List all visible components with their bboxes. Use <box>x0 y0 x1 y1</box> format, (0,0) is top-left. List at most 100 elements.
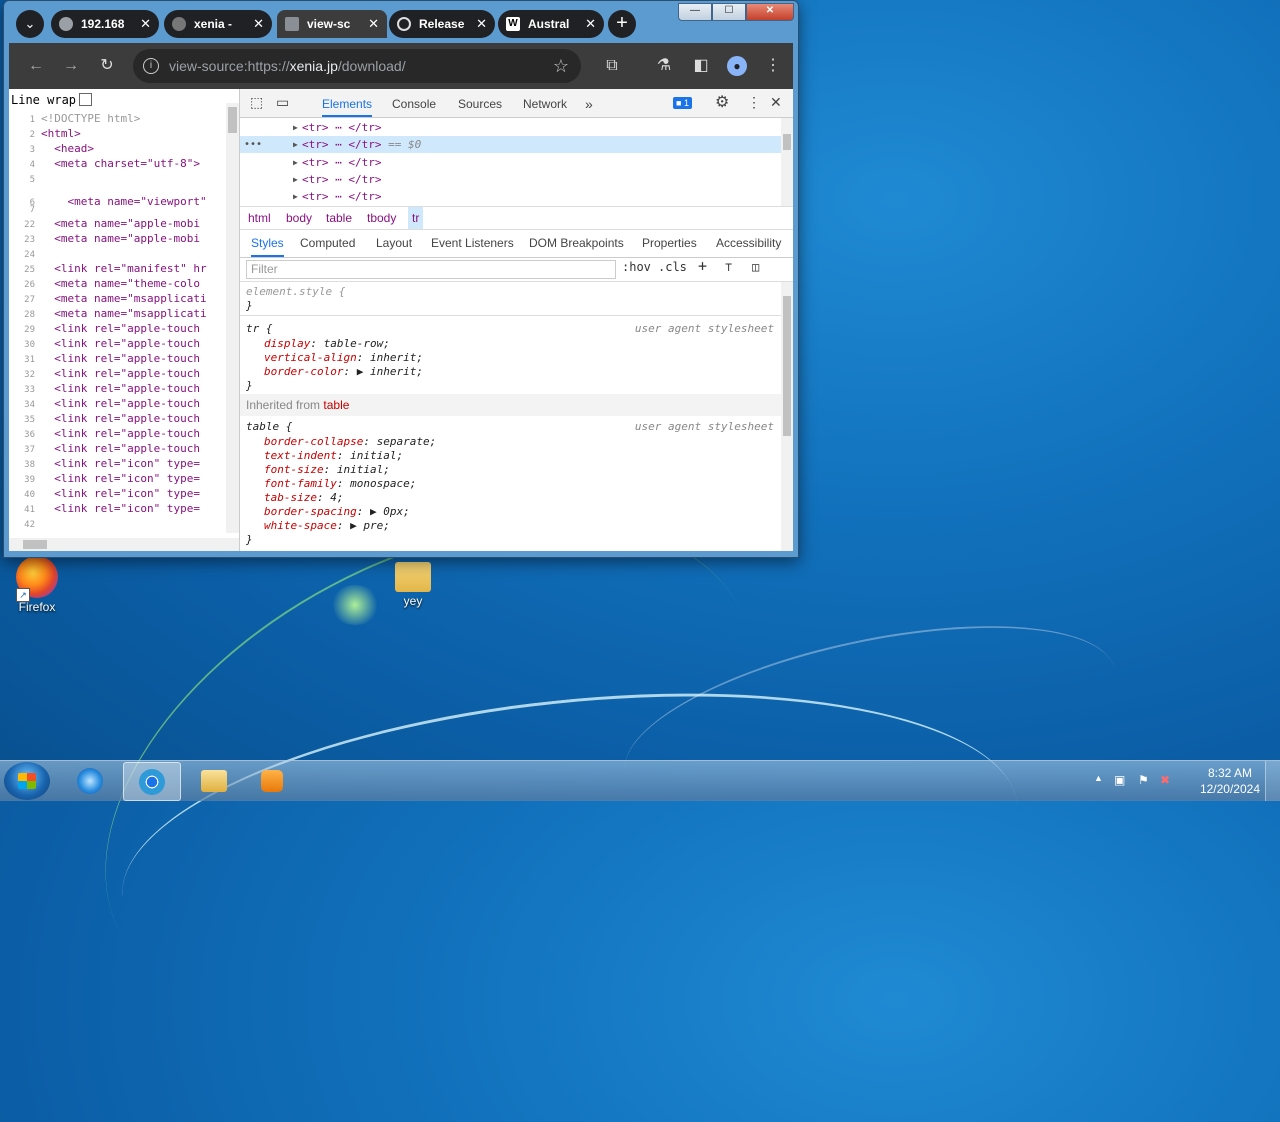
inherited-tag-link[interactable]: table <box>323 398 349 412</box>
breadcrumb-body[interactable]: body <box>286 207 312 229</box>
forward-icon[interactable]: → <box>60 55 82 77</box>
breadcrumb-tbody[interactable]: tbody <box>367 207 396 229</box>
css-property[interactable]: font-size: initial; <box>264 463 781 477</box>
css-property[interactable]: border-spacing: ▶ 0px; <box>264 505 781 519</box>
breadcrumb-html[interactable]: html <box>248 207 271 229</box>
tab-192[interactable]: 192.168 ✕ <box>51 10 159 38</box>
dom-node[interactable]: ▶ <tr> ⋯ </tr> <box>240 119 785 136</box>
show-hidden-icons-icon[interactable]: ▲ <box>1094 773 1103 783</box>
expand-triangle-icon[interactable]: ▶ <box>293 119 298 136</box>
tab-search-button[interactable]: ⌄ <box>16 10 44 38</box>
source-horizontal-scrollbar[interactable] <box>9 538 239 551</box>
new-tab-button[interactable]: + <box>608 10 636 38</box>
css-property[interactable]: border-color: ▶ inherit; <box>264 365 781 379</box>
node-actions-icon[interactable]: ••• <box>244 136 262 153</box>
desktop-icon-firefox[interactable]: ↗ Firefox <box>2 556 72 614</box>
scroll-thumb[interactable] <box>228 107 237 133</box>
action-center-flag-icon[interactable]: ⚑ <box>1138 773 1149 787</box>
tab-xenia[interactable]: xenia - ✕ <box>164 10 272 38</box>
source-vertical-scrollbar[interactable] <box>226 103 239 533</box>
tab-close-button[interactable]: ✕ <box>253 10 264 38</box>
scroll-thumb[interactable] <box>783 296 791 436</box>
volume-muted-icon[interactable]: ✖ <box>1160 773 1170 787</box>
side-panel-icon[interactable]: ◧ <box>688 53 714 79</box>
styles-filter-input[interactable]: Filter <box>246 260 616 279</box>
site-info-icon[interactable]: i <box>143 58 159 74</box>
settings-gear-icon[interactable]: ⚙ <box>715 92 729 112</box>
tab-close-button[interactable]: ✕ <box>585 10 596 38</box>
more-menu-icon[interactable]: ⋮ <box>760 53 786 79</box>
profile-avatar-icon[interactable]: ● <box>727 56 747 76</box>
tab-close-button[interactable]: ✕ <box>476 10 487 38</box>
device-toolbar-icon[interactable]: ▭ <box>276 94 289 111</box>
reload-icon[interactable]: ↻ <box>96 55 118 77</box>
tab-release[interactable]: Release ✕ <box>389 10 495 38</box>
issues-badge[interactable]: ■ 1 <box>673 97 692 109</box>
css-property[interactable]: text-indent: initial; <box>264 449 781 463</box>
labs-flask-icon[interactable]: ⚗ <box>651 53 677 79</box>
taskbar-media-player[interactable] <box>244 762 300 799</box>
clock[interactable]: 8:32 AM 12/20/2024 <box>1200 765 1260 797</box>
css-property[interactable]: border-collapse: separate; <box>264 435 781 449</box>
address-bar[interactable]: i view-source:https://xenia.jp/download/… <box>133 49 581 83</box>
close-devtools-icon[interactable]: ✕ <box>770 94 782 111</box>
tab-network[interactable]: Network <box>523 89 567 117</box>
tab-styles[interactable]: Styles <box>251 229 284 257</box>
expand-triangle-icon[interactable]: ▶ <box>293 171 298 188</box>
tab-computed[interactable]: Computed <box>300 229 355 257</box>
styles-scrollbar[interactable] <box>781 282 793 551</box>
css-property[interactable]: vertical-align: inherit; <box>264 351 781 365</box>
tab-view-source[interactable]: view-sc ✕ <box>277 10 387 38</box>
more-tabs-button[interactable]: » <box>585 89 593 117</box>
expand-triangle-icon[interactable]: ▶ <box>293 188 298 205</box>
css-property[interactable]: display: table-row; <box>264 337 781 351</box>
show-desktop-button[interactable] <box>1265 761 1280 801</box>
tab-accessibility[interactable]: Accessibility <box>716 229 781 257</box>
line-number: 33 <box>24 385 35 395</box>
dom-node[interactable]: ▶ <tr> ⋯ </tr> <box>240 171 785 188</box>
line-wrap-toggle[interactable]: Line wrap <box>11 93 93 107</box>
tab-elements[interactable]: Elements <box>322 89 373 117</box>
class-toggle[interactable]: .cls <box>658 260 687 274</box>
breadcrumb-table[interactable]: table <box>326 207 352 229</box>
expand-triangle-icon[interactable]: ▶ <box>293 154 298 171</box>
tab-sources[interactable]: Sources <box>458 89 502 117</box>
dom-node-selected[interactable]: ••• ▶ <tr> ⋯ </tr> == $0 <box>240 136 785 153</box>
hover-state-toggle[interactable]: :hov <box>622 260 651 274</box>
network-icon[interactable]: ▣ <box>1114 773 1125 787</box>
scroll-thumb[interactable] <box>23 540 47 549</box>
expand-triangle-icon[interactable]: ▶ <box>293 136 298 153</box>
start-button[interactable] <box>4 762 50 800</box>
scroll-thumb[interactable] <box>783 134 791 150</box>
tab-close-button[interactable]: ✕ <box>368 10 379 38</box>
back-icon[interactable]: ← <box>25 55 47 77</box>
devtools-more-icon[interactable]: ⋮ <box>747 94 761 111</box>
tab-close-button[interactable]: ✕ <box>140 10 151 38</box>
tab-australia[interactable]: W Austral ✕ <box>498 10 604 38</box>
line-wrap-checkbox[interactable] <box>79 93 93 106</box>
css-property[interactable]: font-family: monospace; <box>264 477 781 491</box>
tab-dom-breakpoints[interactable]: DOM Breakpoints <box>529 229 624 257</box>
extensions-icon[interactable]: ⧉ <box>599 53 625 79</box>
new-style-rule-icon[interactable]: + <box>698 257 707 275</box>
tab-layout[interactable]: Layout <box>376 229 412 257</box>
dom-node[interactable]: ▶ <tr> ⋯ </tr> <box>240 188 785 205</box>
inspect-element-icon[interactable]: ⬚ <box>250 94 263 111</box>
desktop-icon-yey[interactable]: yey <box>378 556 448 608</box>
bookmark-star-icon[interactable]: ☆ <box>553 49 569 83</box>
tab-properties[interactable]: Properties <box>642 229 697 257</box>
breadcrumb-tr[interactable]: tr <box>408 207 424 229</box>
dom-node[interactable]: ▶ <tr> ⋯ </tr> <box>240 154 785 171</box>
dom-tree-scrollbar[interactable] <box>781 118 793 206</box>
tab-console[interactable]: Console <box>392 89 436 117</box>
taskbar-internet-explorer[interactable] <box>62 762 118 799</box>
close-window-button[interactable]: ✕ <box>746 3 794 21</box>
taskbar-file-explorer[interactable] <box>186 762 242 799</box>
css-property[interactable]: tab-size: 4; <box>264 491 781 505</box>
computed-sidebar-icon[interactable]: ◫ <box>752 260 759 274</box>
taskbar-chromium[interactable] <box>123 762 181 801</box>
element-state-icon[interactable]: ⊤ <box>725 260 732 274</box>
css-property[interactable]: white-space: ▶ pre; <box>264 519 781 533</box>
maximize-button[interactable]: ☐ <box>712 3 746 21</box>
tab-event-listeners[interactable]: Event Listeners <box>431 229 514 257</box>
